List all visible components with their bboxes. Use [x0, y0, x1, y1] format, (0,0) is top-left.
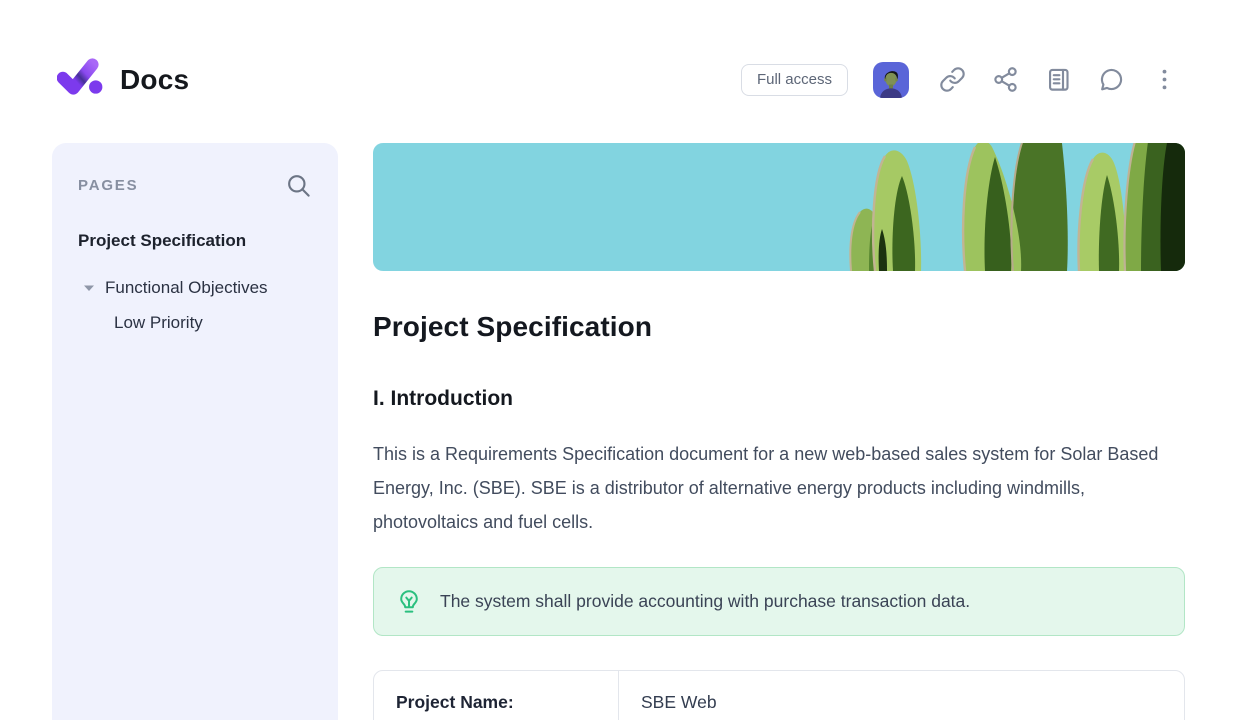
app-window: Docs Full access: [0, 0, 1240, 720]
sidebar-item-project-specification[interactable]: Project Specification: [78, 231, 312, 251]
chevron-down-icon[interactable]: [83, 284, 95, 292]
pages-sidebar: PAGES Project Specification Functional O…: [52, 143, 338, 720]
lightbulb-icon: [396, 589, 422, 615]
user-avatar[interactable]: [873, 62, 909, 98]
cover-image: [373, 143, 1185, 271]
table-row: Project Name: SBE Web: [374, 671, 1184, 720]
share-button[interactable]: [991, 66, 1019, 94]
table-cell-label[interactable]: Project Name:: [374, 671, 619, 720]
page-title[interactable]: Project Specification: [373, 311, 1185, 343]
header-actions: Full access: [741, 62, 1178, 98]
access-level-button[interactable]: Full access: [741, 64, 848, 96]
app-logo-icon: [57, 57, 103, 102]
sidebar-title: PAGES: [78, 177, 138, 194]
journal-icon: [1045, 66, 1072, 93]
intro-paragraph[interactable]: This is a Requirements Specification doc…: [373, 437, 1185, 539]
kebab-menu-icon: [1151, 66, 1178, 93]
content-area: PAGES Project Specification Functional O…: [0, 143, 1240, 720]
sidebar-header: PAGES: [78, 172, 312, 199]
properties-table: Project Name: SBE Web: [373, 670, 1185, 720]
table-cell-value[interactable]: SBE Web: [619, 671, 739, 720]
callout-text: The system shall provide accounting with…: [440, 591, 970, 612]
search-icon: [285, 172, 312, 199]
link-icon: [939, 66, 966, 93]
callout-block[interactable]: The system shall provide accounting with…: [373, 567, 1185, 636]
share-icon: [992, 66, 1019, 93]
comments-button[interactable]: [1097, 66, 1125, 94]
cactus-photo: [373, 143, 1185, 271]
search-button[interactable]: [285, 172, 312, 199]
sidebar-item-low-priority[interactable]: Low Priority: [78, 313, 312, 333]
page-tree: Project Specification Functional Objecti…: [78, 231, 312, 333]
copy-link-button[interactable]: [938, 66, 966, 94]
more-button[interactable]: [1150, 66, 1178, 94]
sidebar-item-label: Functional Objectives: [105, 278, 268, 298]
notes-button[interactable]: [1044, 66, 1072, 94]
section-heading[interactable]: I. Introduction: [373, 387, 1185, 411]
app-title: Docs: [120, 64, 189, 96]
document-canvas: Project Specification I. Introduction Th…: [373, 143, 1185, 720]
sidebar-item-functional-objectives[interactable]: Functional Objectives: [78, 278, 312, 298]
brand: Docs: [57, 57, 189, 102]
top-bar: Docs Full access: [0, 0, 1240, 143]
comment-icon: [1098, 66, 1125, 93]
